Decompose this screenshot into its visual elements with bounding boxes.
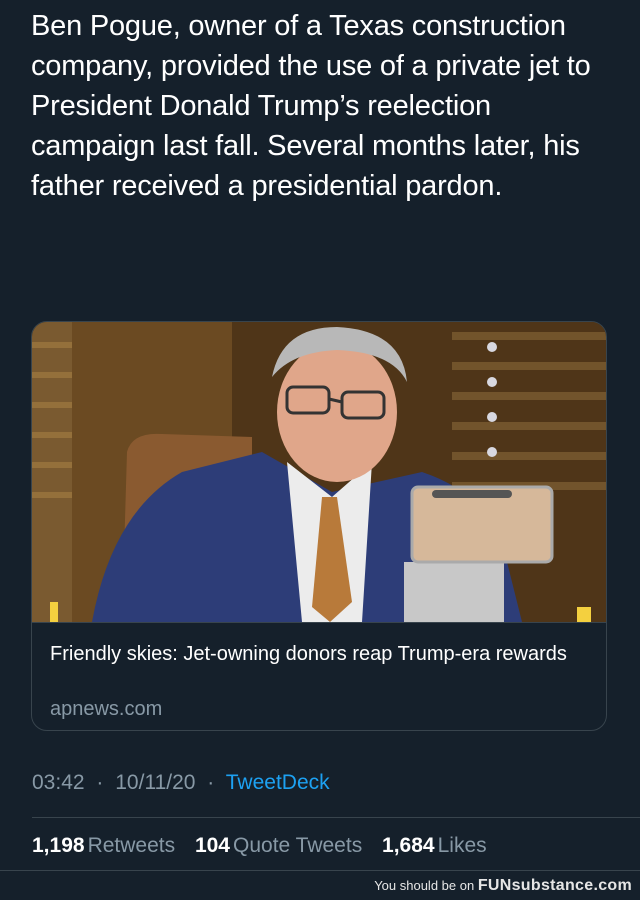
meta-separator: · (96, 771, 104, 794)
link-card[interactable]: Friendly skies: Jet-owning donors reap T… (31, 321, 607, 731)
tweet-stats: 1,198 Retweets 104 Quote Tweets 1,684 Likes (32, 832, 501, 860)
divider (32, 817, 640, 818)
tweet-meta: 03:42 · 10/11/20 · TweetDeck (32, 769, 330, 797)
watermark-bar: You should be on FUNsubstance.com (0, 871, 640, 900)
tweet-date[interactable]: 10/11/20 (115, 771, 195, 794)
likes-count: 1,684 (382, 834, 435, 857)
card-image[interactable] (32, 322, 606, 622)
likes-stat[interactable]: 1,684 Likes (382, 834, 501, 857)
likes-label: Likes (437, 834, 487, 857)
watermark-prefix: You should be on (374, 878, 475, 893)
tweet-text: Ben Pogue, owner of a Texas construction… (31, 10, 591, 202)
card-body[interactable]: Friendly skies: Jet-owning donors reap T… (32, 622, 606, 730)
meta-separator: · (207, 771, 215, 794)
quotes-count: 104 (194, 834, 230, 857)
tweet-time: 03:42 (32, 771, 85, 794)
watermark-brand: FUNsubstance.com (477, 877, 632, 894)
card-title[interactable]: Friendly skies: Jet-owning donors reap T… (50, 641, 570, 667)
news-photo-illustration (32, 322, 606, 622)
retweets-count: 1,198 (32, 834, 85, 857)
watermark: You should be on FUNsubstance.com (374, 877, 632, 895)
retweets-stat[interactable]: 1,198 Retweets (32, 834, 195, 857)
tweet-source-link[interactable]: TweetDeck (226, 771, 330, 794)
retweets-label: Retweets (87, 834, 176, 857)
quotes-label: Quote Tweets (233, 834, 363, 857)
quotes-stat[interactable]: 104 Quote Tweets (195, 834, 382, 857)
card-domain: apnews.com (50, 698, 163, 720)
